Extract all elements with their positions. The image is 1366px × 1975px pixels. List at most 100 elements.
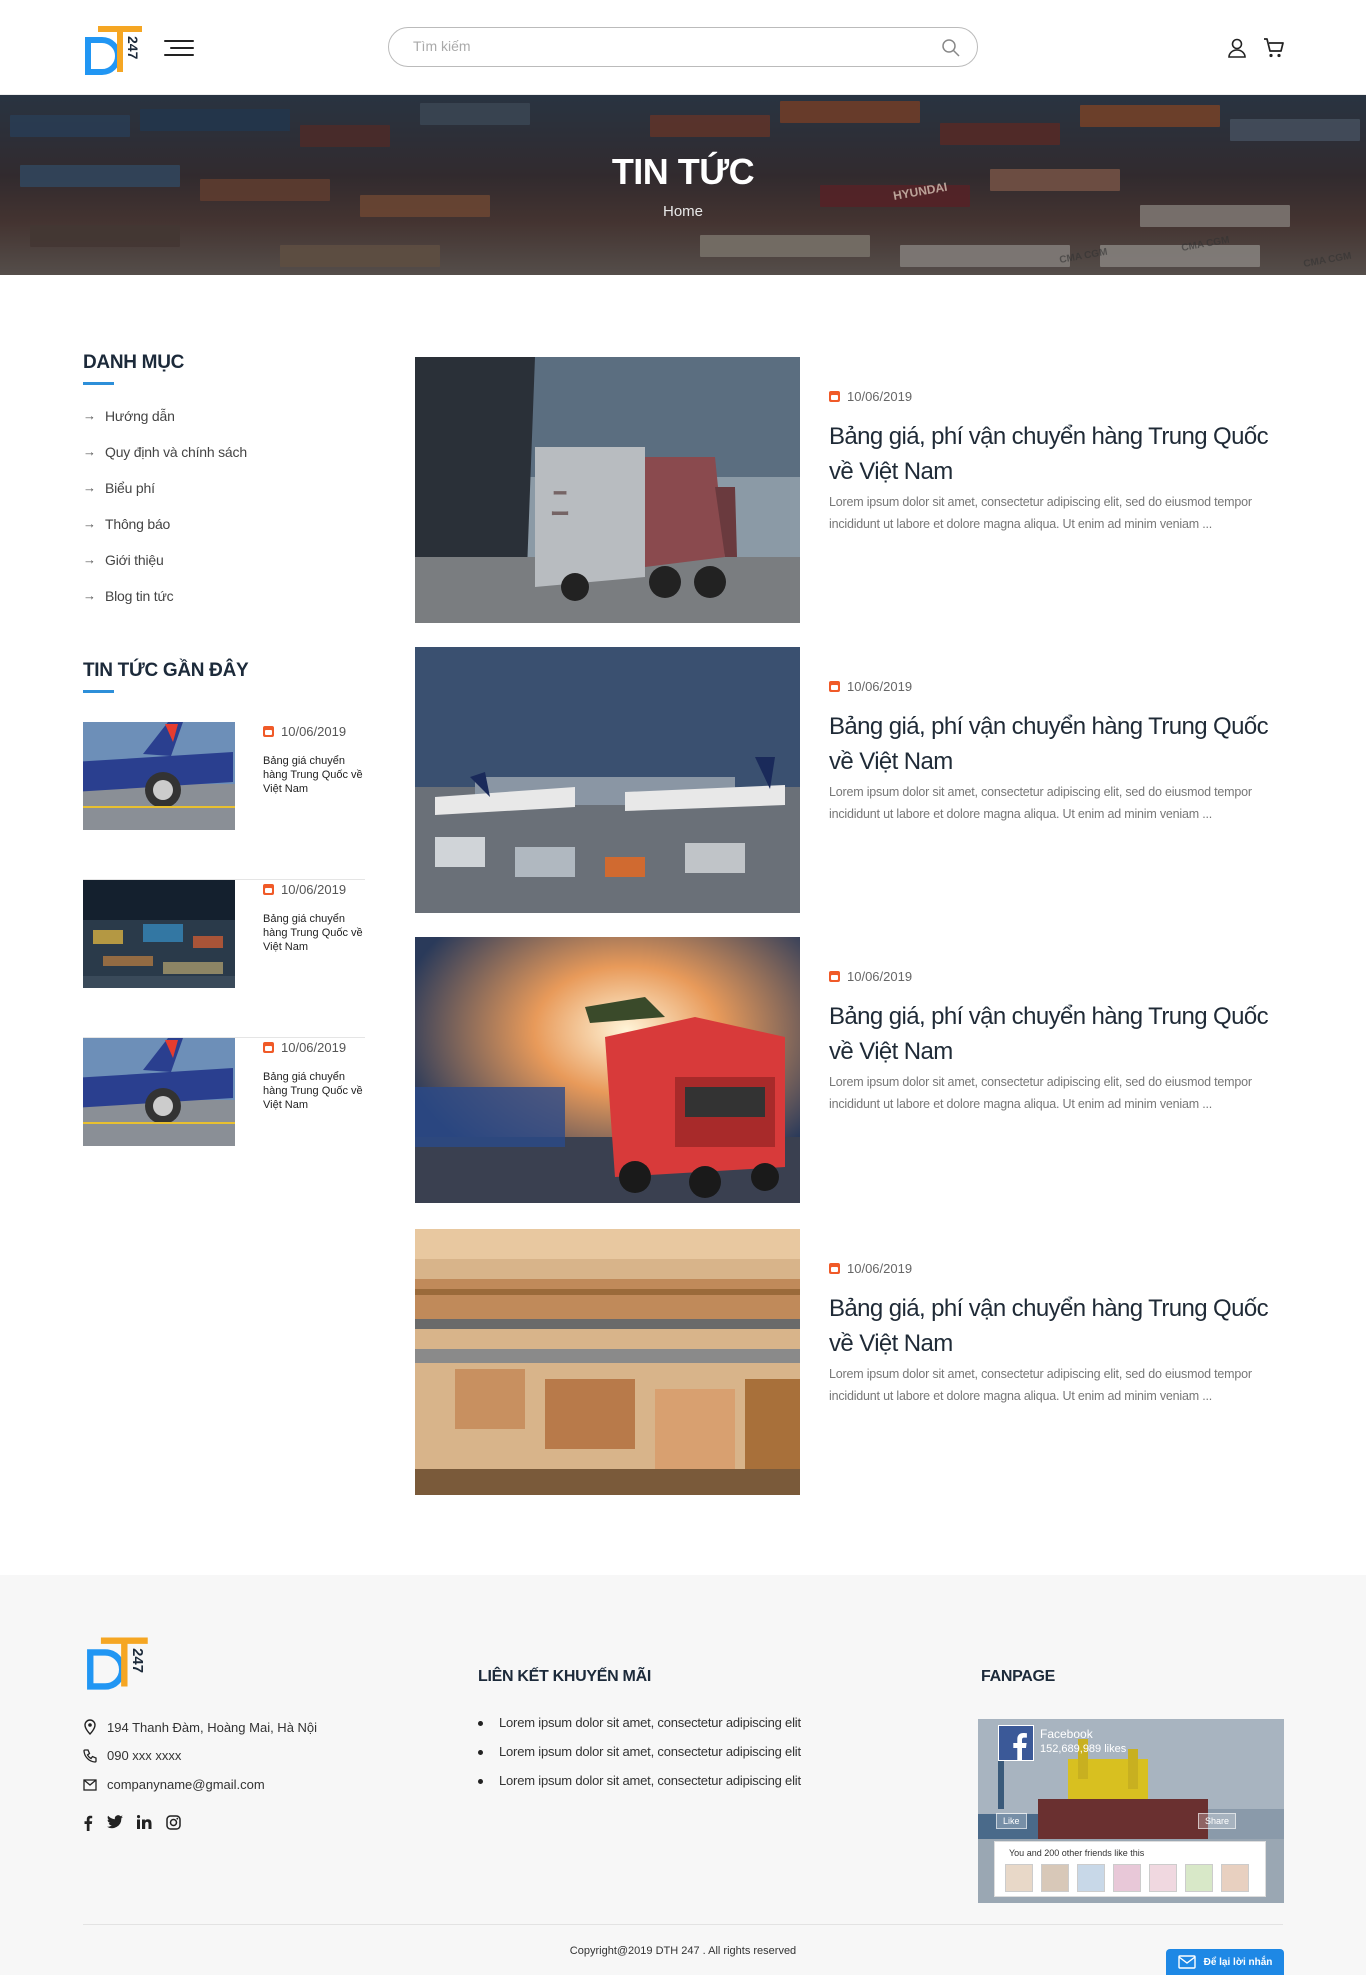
recent-post[interactable]: 10/06/2019 Bảng giá chuyển hàng Trung Qu… [83,880,365,1038]
calendar-icon [829,1263,840,1274]
post-title[interactable]: Bảng giá, phí vận chuyển hàng Trung Quốc… [829,709,1279,779]
avatar[interactable] [1149,1864,1177,1892]
category-label: Biểu phí [105,480,155,496]
menu-toggle-button[interactable] [164,40,194,60]
svg-text:ﾆ: ﾆ [550,481,570,527]
post-image[interactable] [415,1229,800,1495]
category-item[interactable]: → Quy định và chính sách [83,444,247,480]
recent-post-title[interactable]: Bảng giá chuyển hàng Trung Quốc về Việt … [263,912,363,954]
facebook-page-widget[interactable]: Facebook 152,689,989 likes Like Share Yo… [978,1719,1284,1903]
search-icon[interactable] [941,38,961,58]
container-label: CMA CGM [1181,235,1231,254]
page-title: TIN TỨC [611,151,755,192]
phone-text[interactable]: 090 xxx xxxx [107,1748,181,1763]
news-post: 10/06/2019 Bảng giá, phí vận chuyển hàng… [415,1229,1285,1495]
promo-link[interactable]: Lorem ipsum dolor sit amet, consectetur … [478,1744,801,1773]
category-item[interactable]: → Biểu phí [83,480,247,516]
fanpage-heading: FANPAGE [981,1668,1056,1685]
category-label: Hướng dẫn [105,408,175,424]
calendar-icon [829,391,840,402]
leave-message-button[interactable]: Để lại lời nhắn [1166,1949,1284,1975]
post-image[interactable]: ﾆ [415,357,800,623]
location-pin-icon [84,1719,96,1735]
footer-email: companyname@gmail.com [83,1777,265,1792]
category-label: Blog tin tức [105,588,174,604]
logo-text: 247 [129,1648,145,1673]
post-title[interactable]: Bảng giá, phí vận chuyển hàng Trung Quốc… [829,419,1279,489]
calendar-icon [829,681,840,692]
search-input[interactable] [413,38,913,54]
category-label: Thông báo [105,516,171,532]
fanpage-name[interactable]: Facebook [1040,1727,1093,1741]
post-title[interactable]: Bảng giá, phí vận chuyển hàng Trung Quốc… [829,1291,1279,1361]
copyright-text: Copyright@2019 DTH 247 . All rights rese… [569,1945,797,1957]
arrow-right-icon: → [83,480,96,495]
avatar[interactable] [1113,1864,1141,1892]
promo-links: Lorem ipsum dolor sit amet, consectetur … [478,1715,801,1802]
arrow-right-icon: → [83,516,96,531]
post-excerpt: Lorem ipsum dolor sit amet, consectetur … [829,785,1252,821]
calendar-icon [829,971,840,982]
category-label: Giới thiệu [105,552,164,568]
footer-logo[interactable]: 247 [86,1633,152,1691]
promo-link[interactable]: Lorem ipsum dolor sit amet, consectetur … [478,1773,801,1802]
calendar-icon [263,726,274,737]
fb-friends-box: You and 200 other friends like this [994,1841,1266,1897]
news-post: ﾆ 10/06/2019 Bảng giá, phí vận chuyển hà… [415,357,1285,623]
site-logo[interactable]: 247 [84,22,146,76]
phone-icon [83,1748,97,1763]
arrow-right-icon: → [83,408,96,423]
recent-post-image[interactable] [83,722,235,830]
arrow-right-icon: → [83,588,96,603]
search-bar [388,27,978,67]
fb-friends-text: You and 200 other friends like this [1009,1848,1145,1858]
recent-post-image[interactable] [83,880,235,988]
cart-icon[interactable] [1262,36,1286,60]
email-text[interactable]: companyname@gmail.com [107,1777,265,1792]
recent-post-title[interactable]: Bảng giá chuyển hàng Trung Quốc về Việt … [263,1070,363,1112]
container-label: CMA CGM [1303,251,1353,270]
post-image[interactable] [415,937,800,1203]
recent-post[interactable]: 10/06/2019 Bảng giá chuyển hàng Trung Qu… [83,722,365,880]
arrow-right-icon: → [83,444,96,459]
recent-post-image[interactable] [83,1038,235,1146]
avatar[interactable] [1185,1864,1213,1892]
categories-heading: DANH MỤC [83,352,185,385]
avatar[interactable] [1005,1864,1033,1892]
category-list: → Hướng dẫn → Quy định và chính sách → Biểu… [83,408,247,624]
fb-share-button[interactable]: Share [1198,1813,1237,1829]
fb-like-button[interactable]: Like [996,1813,1027,1829]
breadcrumb-home[interactable]: Home [0,203,1366,220]
footer-phone: 090 xxx xxxx [83,1748,181,1763]
category-item[interactable]: → Thông báo [83,516,247,552]
post-image[interactable] [415,647,800,913]
recent-post-date: 10/06/2019 [263,724,346,739]
address-text: 194 Thanh Đàm, Hoàng Mai, Hà Nội [107,1719,318,1735]
avatar[interactable] [1077,1864,1105,1892]
recent-news-heading: TIN TỨC GẦN ĐÂY [83,660,249,693]
promo-link[interactable]: Lorem ipsum dolor sit amet, consectetur … [478,1715,801,1744]
page-banner: HYUNDAI CMA CGM CMA CGM CMA CGM TIN TỨC … [0,95,1366,275]
category-item[interactable]: → Giới thiệu [83,552,247,588]
user-icon[interactable] [1226,37,1248,59]
category-item[interactable]: → Hướng dẫn [83,408,247,444]
post-date: 10/06/2019 [829,969,912,984]
post-excerpt: Lorem ipsum dolor sit amet, consectetur … [829,1367,1252,1403]
news-post: 10/06/2019 Bảng giá, phí vận chuyển hàng… [415,647,1285,913]
facebook-logo-icon [998,1725,1034,1761]
category-item[interactable]: → Blog tin tức [83,588,247,624]
mail-icon [83,1778,97,1791]
recent-post-title[interactable]: Bảng giá chuyển hàng Trung Quốc về Việt … [263,754,363,796]
footer-divider [83,1924,1283,1925]
post-title[interactable]: Bảng giá, phí vận chuyển hàng Trung Quốc… [829,999,1279,1069]
mail-icon [1177,1955,1196,1969]
post-date: 10/06/2019 [829,389,912,404]
instagram-icon[interactable] [166,1815,181,1830]
post-date: 10/06/2019 [829,1261,912,1276]
avatar[interactable] [1041,1864,1069,1892]
avatar[interactable] [1221,1864,1249,1892]
linkedin-icon[interactable] [137,1815,152,1829]
twitter-icon[interactable] [107,1815,123,1829]
facebook-icon[interactable] [83,1815,93,1831]
recent-post[interactable]: 10/06/2019 Bảng giá chuyển hàng Trung Qu… [83,1038,365,1196]
